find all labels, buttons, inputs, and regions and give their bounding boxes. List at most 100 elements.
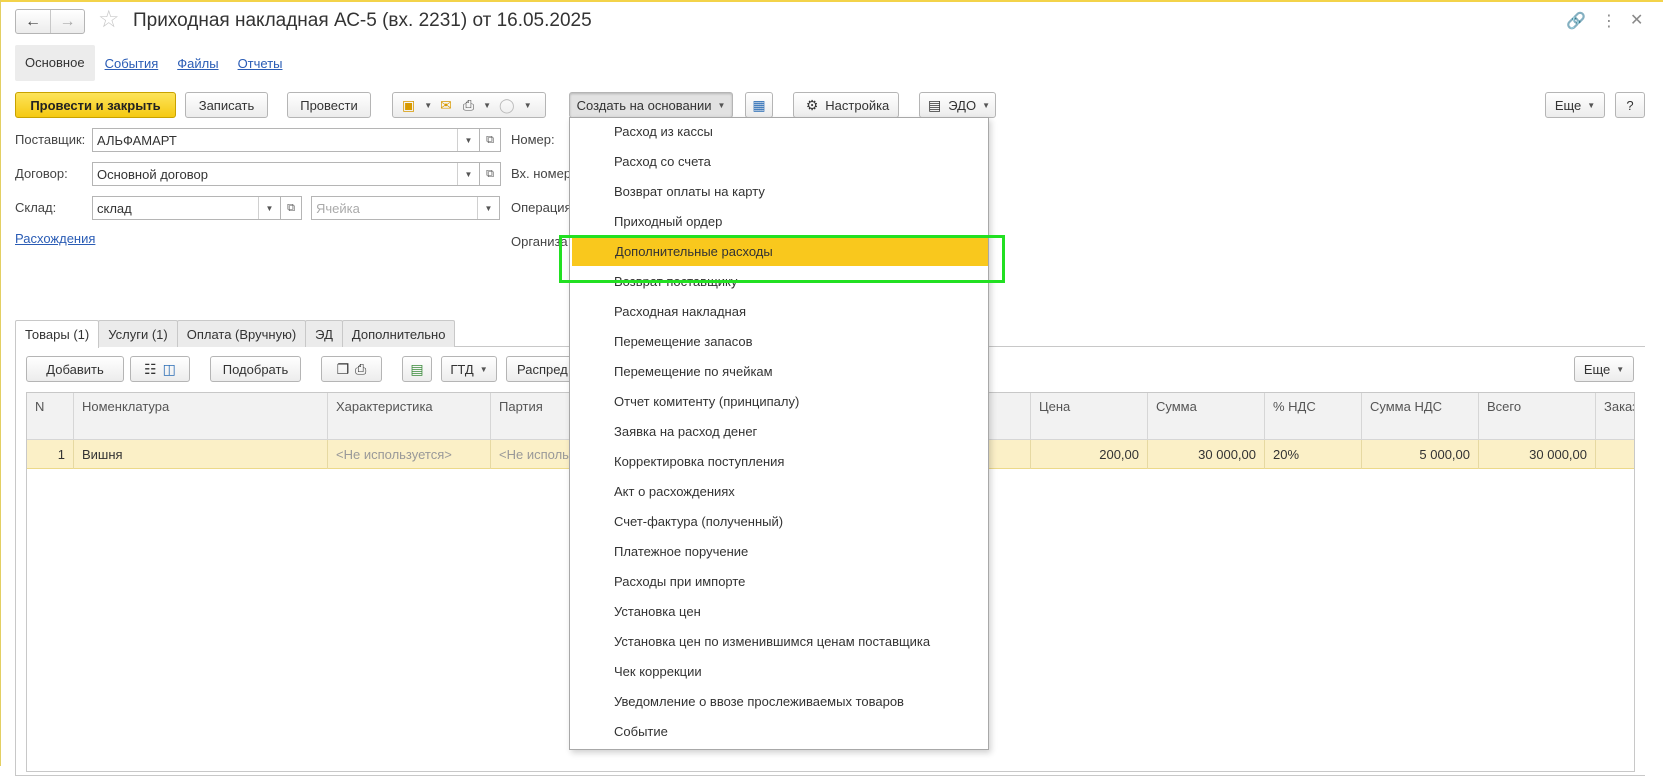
column-header[interactable]: Всего	[1479, 393, 1596, 440]
tab-payment[interactable]: Оплата (Вручную)	[176, 320, 307, 347]
more-label: Еще	[1554, 97, 1582, 113]
mail-icon[interactable]: ✉	[440, 97, 452, 114]
chevron-down-icon[interactable]: ▼	[457, 129, 479, 151]
menu-item[interactable]: Расходная накладная	[571, 298, 987, 326]
contract-value: Основной договор	[97, 166, 208, 182]
structure-button[interactable]: ▦	[745, 92, 773, 118]
price-cell[interactable]: 200,00	[1031, 440, 1148, 469]
circle-icon[interactable]: ◯	[499, 97, 515, 114]
supplier-field[interactable]: АЛЬФАМАРТ ▼	[92, 128, 480, 152]
document-actions-group: ▣ ▼ ✉ ⎙ ▼ ◯ ▼	[392, 92, 546, 118]
chevron-down-icon[interactable]: ▼	[457, 163, 479, 185]
warehouse-field[interactable]: склад ▼	[92, 196, 281, 220]
link-icon[interactable]: 🔗	[1566, 11, 1586, 31]
gtd-button[interactable]: ГТД ▼	[441, 356, 497, 382]
paste-icon[interactable]: ⎙	[355, 361, 366, 378]
item-cell[interactable]: Вишня	[74, 440, 328, 469]
menu-item[interactable]: Счет-фактура (полученный)	[571, 508, 987, 536]
close-icon[interactable]: ✕	[1630, 10, 1643, 30]
edo-icon: ▤	[928, 96, 942, 113]
scanner-icon[interactable]: ◫	[163, 361, 176, 378]
menu-item[interactable]: Отчет комитенту (принципалу)	[571, 388, 987, 416]
tab-ed[interactable]: ЭД	[305, 320, 343, 347]
create-based-on-button[interactable]: Создать на основании ▼	[569, 92, 733, 118]
menu-item[interactable]: Расход из кассы	[571, 118, 987, 146]
discrepancies-link[interactable]: Расхождения	[15, 231, 95, 246]
nav-main[interactable]: Основное	[15, 45, 95, 81]
total-cell[interactable]: 30 000,00	[1479, 440, 1596, 469]
settings-label: Настройка	[825, 97, 890, 113]
post-button[interactable]: Провести	[287, 92, 371, 118]
vat-sum-cell[interactable]: 5 000,00	[1362, 440, 1479, 469]
more-vertical-icon[interactable]: ⋮	[1601, 11, 1617, 31]
nav-files[interactable]: Файлы	[177, 56, 218, 71]
column-header[interactable]: Характеристика	[328, 393, 491, 440]
pick-button[interactable]: Подобрать	[210, 356, 301, 382]
copy-icon[interactable]: ❐	[337, 361, 350, 378]
nav-events[interactable]: События	[105, 56, 159, 71]
menu-item[interactable]: Возврат оплаты на карту	[571, 178, 987, 206]
vat-rate-cell[interactable]: 20%	[1265, 440, 1362, 469]
open-contract-button[interactable]: ⧉	[479, 162, 501, 186]
column-header[interactable]: Сумма	[1148, 393, 1265, 440]
menu-item[interactable]: Установка цен	[571, 598, 987, 626]
open-warehouse-button[interactable]: ⧉	[280, 196, 302, 220]
column-header[interactable]: % НДС	[1265, 393, 1362, 440]
save-button[interactable]: Записать	[185, 92, 268, 118]
chevron-down-icon[interactable]: ▼	[424, 101, 432, 110]
help-button[interactable]: ?	[1615, 92, 1645, 118]
menu-item[interactable]: Уведомление о ввозе прослеживаемых товар…	[571, 688, 987, 716]
menu-item[interactable]: Перемещение по ячейкам	[571, 358, 987, 386]
sum-cell[interactable]: 30 000,00	[1148, 440, 1265, 469]
column-header[interactable]: Заказ пос	[1596, 393, 1634, 440]
annotation-highlight-frame	[559, 235, 1005, 283]
menu-item[interactable]: Установка цен по изменившимся ценам пост…	[571, 628, 987, 656]
tab-goods[interactable]: Товары (1)	[15, 320, 100, 348]
menu-item[interactable]: Перемещение запасов	[571, 328, 987, 356]
menu-item[interactable]: Платежное поручение	[571, 538, 987, 566]
page-title: Приходная накладная АС-5 (вх. 2231) от 1…	[133, 10, 592, 31]
cell-placeholder: Ячейка	[316, 200, 360, 216]
tab-services[interactable]: Услуги (1)	[98, 320, 178, 347]
gtd-label: ГТД	[450, 361, 474, 377]
edo-button[interactable]: ▤ ЭДО ▼	[919, 92, 996, 118]
chevron-down-icon[interactable]: ▼	[477, 197, 499, 219]
chevron-down-icon[interactable]: ▼	[258, 197, 280, 219]
operation-label: Операция	[511, 200, 572, 215]
distribute-button[interactable]: Распред	[506, 356, 576, 382]
tab-additional[interactable]: Дополнительно	[341, 320, 456, 347]
barcode-icon[interactable]: ☷	[144, 361, 157, 378]
chevron-down-icon[interactable]: ▼	[483, 101, 491, 110]
column-header[interactable]: N	[27, 393, 74, 440]
menu-item[interactable]: Акт о расхождениях	[571, 478, 987, 506]
cell-field[interactable]: Ячейка ▼	[311, 196, 500, 220]
menu-item[interactable]: Заявка на расход денег	[571, 418, 987, 446]
open-supplier-button[interactable]: ⧉	[479, 128, 501, 152]
printer-icon[interactable]: ⎙	[463, 97, 474, 114]
menu-item[interactable]: Чек коррекции	[571, 658, 987, 686]
contract-field[interactable]: Основной договор ▼	[92, 162, 480, 186]
more-button[interactable]: Еще ▼	[1545, 92, 1605, 118]
menu-item[interactable]: Расход со счета	[571, 148, 987, 176]
column-header[interactable]: Сумма НДС	[1362, 393, 1479, 440]
nav-reports[interactable]: Отчеты	[238, 56, 283, 71]
post-and-close-button[interactable]: Провести и закрыть	[15, 92, 176, 118]
order-cell[interactable]	[1596, 440, 1634, 469]
menu-item[interactable]: Приходный ордер	[571, 208, 987, 236]
column-header[interactable]: Цена	[1031, 393, 1148, 440]
menu-item[interactable]: Событие	[571, 718, 987, 746]
menu-item[interactable]: Расходы при импорте	[571, 568, 987, 596]
document-icon[interactable]: ▣	[402, 97, 415, 114]
settings-button[interactable]: ⚙ Настройка	[793, 92, 899, 118]
menu-item[interactable]: Корректировка поступления	[571, 448, 987, 476]
add-button[interactable]: Добавить	[26, 356, 124, 382]
back-arrow-icon[interactable]: ←	[16, 10, 50, 33]
supplier-value: АЛЬФАМАРТ	[97, 132, 177, 148]
chevron-down-icon[interactable]: ▼	[524, 101, 532, 110]
column-header[interactable]: Номенклатура	[74, 393, 328, 440]
forward-arrow-icon[interactable]: →	[50, 10, 84, 33]
characteristic-cell[interactable]: <Не используется>	[328, 440, 491, 469]
table-more-button[interactable]: Еще ▼	[1574, 356, 1634, 382]
star-icon[interactable]: ☆	[98, 7, 120, 33]
table-settings-button[interactable]: ▤	[402, 356, 432, 382]
